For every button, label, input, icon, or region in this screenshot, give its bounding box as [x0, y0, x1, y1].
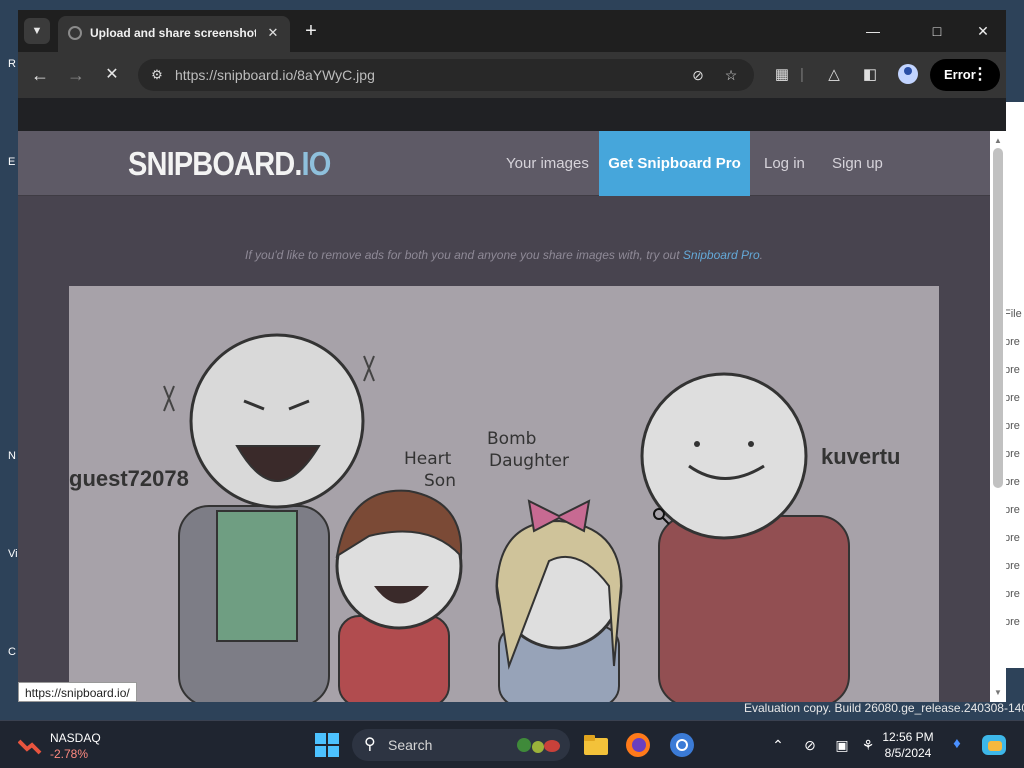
- son-character: [335, 489, 463, 702]
- cartoon-illustration: guest72078 kuvertu Heart Son Bomb Daught…: [69, 333, 900, 702]
- back-button[interactable]: ←: [28, 63, 52, 87]
- scrollbar-thumb[interactable]: [993, 148, 1003, 488]
- loading-favicon-icon: [68, 26, 82, 40]
- site-info-icon[interactable]: ⚙: [148, 66, 166, 84]
- shared-image[interactable]: guest72078 kuvertu Heart Son Bomb Daught…: [69, 286, 939, 702]
- labs-flask-icon[interactable]: △: [822, 63, 846, 87]
- site-header: SNIPBOARD.IO Your images Get Snipboard P…: [18, 131, 990, 196]
- ad-note-text: If you'd like to remove ads for both you…: [245, 248, 683, 262]
- daughter-character: [495, 499, 623, 702]
- tab-strip: ▼ Upload and share screenshots ✕ + — □ ✕: [18, 10, 1006, 52]
- nav-your-images[interactable]: Your images: [506, 155, 589, 172]
- scroll-up-icon[interactable]: ▲: [992, 136, 1004, 148]
- extensions-icon[interactable]: ▦: [770, 63, 794, 87]
- background-window-row: pre: [1004, 336, 1020, 348]
- system-clock[interactable]: 12:56 PM 8/5/2024: [880, 729, 936, 761]
- eye-off-icon[interactable]: ⊘: [688, 65, 708, 85]
- label-bomb: Bomb: [487, 429, 536, 449]
- copilot-icon[interactable]: [980, 731, 1008, 759]
- label-daughter: Daughter: [489, 451, 569, 471]
- taskbar: NASDAQ -2.78% ⚲ Search ⌃ ⊘ ▣ ⚘ 12:56 PM …: [0, 720, 1024, 768]
- browser-window: ▼ Upload and share screenshots ✕ + — □ ✕…: [18, 10, 1006, 702]
- windows-watermark: Evaluation copy. Build 26080.ge_release.…: [744, 701, 1024, 715]
- bookmark-star-icon[interactable]: ☆: [721, 65, 741, 85]
- background-window-row: File: [1004, 308, 1022, 320]
- clock-date: 8/5/2024: [884, 746, 932, 760]
- scroll-down-icon[interactable]: ▼: [992, 688, 1004, 700]
- logo-text: SNIPBOARD.: [128, 145, 302, 182]
- url-text[interactable]: https://snipboard.io/8aYWyC.jpg: [175, 67, 375, 83]
- background-window-row: pre: [1004, 504, 1020, 516]
- new-tab-button[interactable]: +: [300, 20, 322, 42]
- label-guest: guest72078: [69, 466, 189, 491]
- zoom-cursor-icon: [653, 508, 665, 520]
- start-button[interactable]: [315, 733, 339, 757]
- minimize-button[interactable]: —: [862, 20, 884, 42]
- toolbar-divider: |: [800, 66, 804, 83]
- background-window-row: pre: [1004, 364, 1020, 376]
- stock-down-icon: [18, 739, 42, 755]
- page-viewport: SNIPBOARD.IO Your images Get Snipboard P…: [18, 98, 1006, 702]
- firefox-icon[interactable]: [624, 731, 652, 759]
- stop-loading-button[interactable]: ✕: [100, 63, 124, 87]
- background-window-row: pre: [1004, 532, 1020, 544]
- ad-removal-note: If you'd like to remove ads for both you…: [18, 248, 990, 262]
- background-window-row: pre: [1004, 616, 1020, 628]
- get-pro-button[interactable]: Get Snipboard Pro: [599, 131, 750, 196]
- search-icon: ⚲: [364, 736, 376, 753]
- notification-bell-icon[interactable]: ♦: [948, 735, 966, 755]
- network-off-icon[interactable]: ⊘: [800, 735, 820, 755]
- clock-time: 12:56 PM: [882, 730, 934, 744]
- close-window-button[interactable]: ✕: [972, 20, 994, 42]
- error-chip-button[interactable]: Error ⋮: [930, 59, 1000, 91]
- more-menu-icon[interactable]: ⋮: [972, 59, 988, 91]
- stock-name: NASDAQ: [50, 731, 101, 745]
- stock-change: -2.78%: [50, 747, 89, 761]
- snipboard-pro-link[interactable]: Snipboard Pro: [683, 248, 760, 262]
- browser-toolbar: ← → ✕ ⚙ https://snipboard.io/8aYWyC.jpg …: [18, 52, 1006, 98]
- background-window-row: pre: [1004, 560, 1020, 572]
- taskbar-search[interactable]: ⚲ Search: [352, 729, 570, 761]
- volume-muted-icon[interactable]: ⚘: [858, 735, 878, 755]
- logo-io-text: IO: [301, 145, 332, 182]
- tray-overflow-icon[interactable]: ⌃: [768, 735, 788, 755]
- close-tab-icon[interactable]: ✕: [264, 24, 282, 42]
- link-status-bubble: https://snipboard.io/: [18, 682, 137, 702]
- search-placeholder: Search: [388, 737, 433, 753]
- tab-title: Upload and share screenshots: [90, 26, 256, 40]
- snipboard-page: SNIPBOARD.IO Your images Get Snipboard P…: [18, 131, 990, 702]
- forward-button[interactable]: →: [64, 63, 88, 87]
- profile-avatar[interactable]: [898, 64, 918, 84]
- side-panel-icon[interactable]: ◧: [858, 63, 882, 87]
- nav-sign-up[interactable]: Sign up: [832, 155, 883, 172]
- background-window-row: pre: [1004, 420, 1020, 432]
- nav-log-in[interactable]: Log in: [764, 155, 805, 172]
- background-window-row: pre: [1004, 588, 1020, 600]
- address-bar[interactable]: ⚙ https://snipboard.io/8aYWyC.jpg ⊘ ☆: [138, 59, 754, 91]
- label-son: Son: [424, 471, 456, 491]
- background-window-row: pre: [1004, 392, 1020, 404]
- label-heart: Heart: [404, 449, 452, 469]
- chrome-icon[interactable]: [668, 731, 696, 759]
- right-character: [640, 372, 850, 702]
- search-highlight-icon: [517, 738, 560, 753]
- left-character: [178, 333, 365, 702]
- tab-search-button[interactable]: ▼: [24, 18, 50, 44]
- background-window-row: pre: [1004, 476, 1020, 488]
- snipboard-logo[interactable]: SNIPBOARD.IO: [128, 145, 332, 183]
- background-window[interactable]: [1004, 102, 1024, 668]
- tab-active[interactable]: Upload and share screenshots ✕: [58, 16, 290, 52]
- maximize-button[interactable]: □: [926, 20, 948, 42]
- display-icon[interactable]: ▣: [832, 735, 852, 755]
- background-window-row: pre: [1004, 448, 1020, 460]
- file-explorer-icon[interactable]: [582, 731, 610, 759]
- ad-note-end: .: [759, 248, 763, 262]
- label-kuvertu: kuvertu: [821, 444, 900, 469]
